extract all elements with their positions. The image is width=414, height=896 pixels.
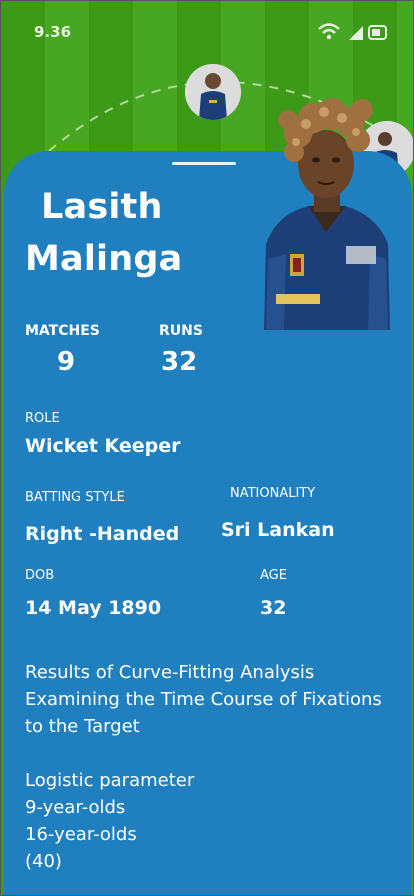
drag-handle[interactable] bbox=[172, 162, 236, 165]
batting-style-label: BATTING STYLE bbox=[25, 490, 125, 505]
description-text: Results of Curve-Fitting Analysis Examin… bbox=[25, 659, 405, 875]
nationality-label: NATIONALITY bbox=[230, 486, 316, 501]
status-bar: 9.36 bbox=[1, 1, 413, 63]
batting-style-value: Right -Handed bbox=[25, 523, 180, 545]
role-value: Wicket Keeper bbox=[25, 435, 181, 457]
description-line: to the Target bbox=[25, 716, 140, 737]
nationality-value: Sri Lankan bbox=[221, 519, 335, 541]
age-value: 32 bbox=[260, 597, 287, 619]
signal-icon bbox=[349, 26, 363, 40]
dob-label: DOB bbox=[25, 568, 55, 583]
screen: 9.36 Lasith Malinga MATCHES 9 RUNS 32 RO… bbox=[0, 0, 414, 896]
matches-value: 9 bbox=[57, 347, 76, 377]
age-label: AGE bbox=[260, 568, 287, 583]
description-line: 9-year-olds bbox=[25, 797, 126, 818]
player-avatar-1[interactable] bbox=[185, 64, 241, 120]
runs-label: RUNS bbox=[159, 323, 203, 339]
description-line: Examining the Time Course of Fixations bbox=[25, 689, 382, 710]
description-line: Results of Curve-Fitting Analysis bbox=[25, 662, 315, 683]
runs-value: 32 bbox=[161, 347, 198, 377]
matches-label: MATCHES bbox=[25, 323, 100, 339]
status-time: 9.36 bbox=[34, 23, 72, 41]
description-line: Logistic parameter bbox=[25, 770, 195, 791]
status-icons bbox=[318, 23, 387, 40]
description-line: (40) bbox=[25, 851, 62, 872]
player-last-name: Malinga bbox=[25, 239, 183, 279]
player-photo bbox=[264, 98, 390, 330]
role-label: ROLE bbox=[25, 411, 60, 426]
battery-icon bbox=[368, 25, 387, 40]
description-line: 16-year-olds bbox=[25, 824, 137, 845]
wifi-icon bbox=[318, 23, 340, 40]
dob-value: 14 May 1890 bbox=[25, 597, 162, 619]
player-first-name: Lasith bbox=[41, 187, 163, 227]
